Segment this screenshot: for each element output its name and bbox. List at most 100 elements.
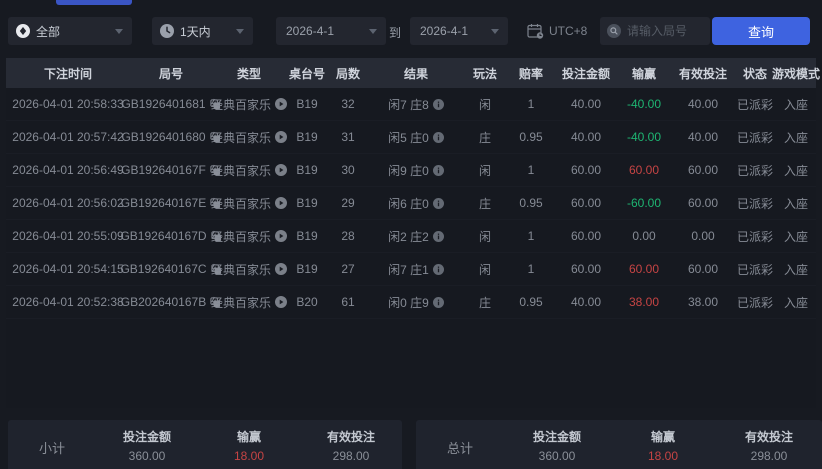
cell-game-number-text: GB1926401681: [121, 97, 206, 111]
timezone-label: UTC+8: [549, 24, 588, 38]
cell-bet-amount: 60.00: [556, 220, 616, 252]
info-icon[interactable]: [432, 296, 444, 308]
cell-bet-amount: 60.00: [556, 154, 616, 186]
subtotal-valid-bet: 有效投注 298.00: [326, 430, 375, 463]
cell-play-type-text: 闲: [478, 229, 491, 244]
info-icon[interactable]: [432, 197, 444, 209]
table-body: 2026-04-01 20:58:33 GB1926401681 经典百家乐 B19 3…: [6, 88, 816, 319]
cell-status-text: 已派彩: [736, 295, 773, 310]
cell-play-type-text: 闲: [478, 163, 491, 178]
cell-bet-time-text: 2026-04-01 20:56:49: [12, 163, 124, 177]
column-header: 有效投注: [678, 66, 727, 81]
cell-win-loss: 60.00: [616, 253, 672, 285]
cell-bet-amount: 40.00: [556, 88, 616, 120]
cell-odds-text: 0.95: [519, 196, 543, 210]
cell-bet-time: 2026-04-01 20:54:15: [6, 253, 130, 285]
cell-valid-bet-text: 60.00: [687, 163, 719, 177]
cell-bet-time-text: 2026-04-01 20:54:15: [12, 262, 124, 276]
to-label: 到: [389, 26, 402, 40]
cell-valid-bet: 60.00: [672, 154, 734, 186]
column-header: 结果: [403, 66, 428, 81]
cell-win-loss-text: 0.00: [632, 229, 656, 243]
cell-game-number: GB1926401681: [121, 88, 220, 120]
info-icon[interactable]: [432, 164, 444, 176]
cell-odds: 1: [506, 88, 556, 120]
cell-odds-text: 1: [527, 163, 535, 177]
cell-game-type-text: 经典百家乐: [211, 130, 272, 145]
cell-odds-text: 0.95: [519, 295, 543, 309]
cell-game-mode-text: 入座: [783, 163, 808, 178]
cell-round-count-text: 27: [341, 262, 355, 276]
cell-play-type: 闲: [464, 220, 506, 252]
cell-game-number: GB202640167B: [121, 286, 221, 318]
cell-status-text: 已派彩: [736, 130, 773, 145]
date-to-select[interactable]: 2026-4-1: [410, 17, 508, 45]
cell-valid-bet: 40.00: [672, 121, 734, 153]
cell-bet-time: 2026-04-01 20:55:09: [6, 220, 130, 252]
cell-valid-bet: 0.00: [672, 220, 734, 252]
timezone-indicator: UTC+8: [527, 23, 587, 39]
info-icon[interactable]: [432, 230, 444, 242]
cell-valid-bet-text: 40.00: [687, 130, 719, 144]
cell-round-count: 32: [328, 88, 368, 120]
column-header: 输赢: [631, 66, 656, 81]
active-tab-indicator[interactable]: [56, 0, 132, 5]
total-valid-bet: 有效投注 298.00: [744, 430, 793, 463]
cell-bet-time-text: 2026-04-01 20:55:09: [12, 229, 124, 243]
cell-round-count: 27: [328, 253, 368, 285]
time-range-select[interactable]: 1天内: [152, 17, 253, 45]
cell-odds: 1: [506, 154, 556, 186]
cell-valid-bet: 60.00: [672, 187, 734, 219]
cell-bet-amount-text: 60.00: [570, 229, 602, 243]
table-row: 2026-04-01 20:55:09 GB192640167D 经典百家乐 B19 2…: [6, 220, 816, 253]
cell-game-mode-text: 入座: [783, 97, 808, 112]
info-icon[interactable]: [432, 263, 444, 275]
cell-bet-amount-text: 40.00: [570, 295, 602, 309]
cell-result-text: 闲9 庄0: [388, 163, 429, 178]
info-icon[interactable]: [432, 131, 444, 143]
cell-result-text: 闲7 庄1: [388, 262, 429, 277]
cell-game-mode: 入座: [776, 220, 816, 252]
cell-game-number-text: GB192640167D: [120, 229, 207, 243]
cell-game-mode-text: 入座: [783, 262, 808, 277]
subtotal-panel: 小计 投注金额 360.00 输赢 18.00 有效投注 298.00: [8, 420, 402, 469]
cell-win-loss: -60.00: [616, 187, 672, 219]
search-input[interactable]: [627, 24, 707, 38]
column-header: 状态: [742, 66, 767, 81]
cell-status: 已派彩: [734, 220, 776, 252]
cell-status: 已派彩: [734, 121, 776, 153]
cell-win-loss-text: 38.00: [628, 295, 660, 309]
column-header: 局数: [335, 66, 360, 81]
cell-game-type: 经典百家乐: [211, 187, 288, 219]
cell-round-count: 31: [328, 121, 368, 153]
cell-result: 闲5 庄0: [368, 121, 464, 153]
info-icon[interactable]: [432, 98, 444, 110]
query-button[interactable]: 查询: [712, 17, 810, 45]
cell-odds: 0.95: [506, 121, 556, 153]
table-row: 2026-04-01 20:56:02 GB192640167E 经典百家乐 B19 2…: [6, 187, 816, 220]
cell-round-count-text: 28: [341, 229, 355, 243]
date-from-select[interactable]: 2026-4-1: [276, 17, 386, 45]
cell-result-text: 闲0 庄9: [388, 295, 429, 310]
cell-result: 闲9 庄0: [368, 154, 464, 186]
cell-round-count: 29: [328, 187, 368, 219]
cell-status: 已派彩: [734, 286, 776, 318]
cell-odds-text: 1: [527, 97, 535, 111]
cell-table-number-text: B19: [296, 229, 318, 243]
table-row: 2026-04-01 20:54:15 GB192640167C 经典百家乐 B19 2…: [6, 253, 816, 286]
cell-valid-bet-text: 0.00: [691, 229, 715, 243]
cell-table-number: B19: [286, 220, 328, 252]
game-number-search[interactable]: [600, 17, 710, 45]
cell-game-type: 经典百家乐: [211, 88, 288, 120]
cell-game-number: GB192640167D: [120, 220, 221, 252]
game-type-select[interactable]: 全部: [8, 17, 132, 45]
subtotal-label: 小计: [38, 441, 65, 456]
cell-round-count-text: 31: [341, 130, 355, 144]
cell-status-text: 已派彩: [736, 229, 773, 244]
cell-play-type-text: 庄: [478, 196, 491, 211]
cell-bet-time: 2026-04-01 20:56:49: [6, 154, 130, 186]
cell-game-number: GB192640167F: [121, 154, 220, 186]
cell-valid-bet: 60.00: [672, 253, 734, 285]
cell-play-type: 庄: [464, 187, 506, 219]
cell-round-count: 28: [328, 220, 368, 252]
